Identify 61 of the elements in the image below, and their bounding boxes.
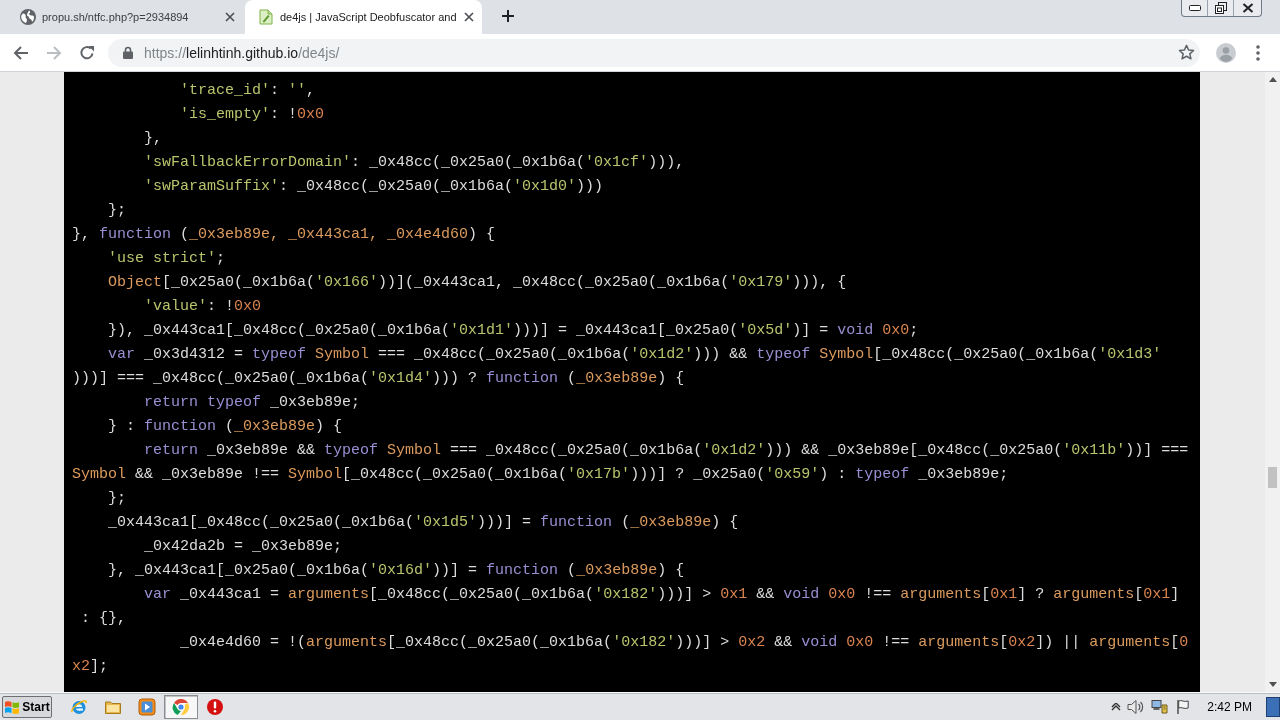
scrollbar-track[interactable] [1265,72,1280,692]
browser-tab[interactable]: de4js | JavaScript Deobfuscator and [245,0,482,34]
up-triangle-icon [1268,77,1277,82]
code-line: return typeof _0x3eb89e; [144,394,361,411]
back-arrow-icon [13,44,29,61]
close-icon [1241,3,1254,13]
code-line: }; [108,490,127,507]
code-line: 'swFallbackErrorDomain': _0x48cc(_0x25a0(_0x1b6a('0x1cf'))), [144,154,685,171]
taskbar-app-button[interactable] [164,694,198,719]
close-icon[interactable] [225,12,235,22]
code-line: )))] === _0x48cc(_0x25a0(_0x1b6a('0x1d4'))) ? function (_0x3eb89e) { [72,370,685,387]
address-bar[interactable]: https://lelinhtinh.github.io/de4js/ [108,38,1200,67]
code-line: var _0x3d4312 = typeof Symbol === _0x48cc(_0x25a0(_0x1b6a('0x1d2'))) && typeof Symbol[_0x48cc(_0x25a0(_0x1b6a('0x1d3' [108,346,1162,363]
close-icon[interactable] [464,12,474,22]
restore-icon [1214,2,1227,14]
flag-icon[interactable] [1175,698,1192,715]
code-line: }, _0x443ca1[_0x25a0(_0x1b6a('0x16d'))] = function (_0x3eb89e) { [108,562,685,579]
speaker-icon[interactable] [1127,698,1146,715]
document-icon [258,9,274,25]
code-line: }; [108,202,127,219]
star-icon [1177,44,1195,61]
url-text: https://lelinhtinh.github.io/de4js/ [144,44,341,61]
clock-text[interactable]: 2:42 PM [1207,699,1252,714]
code-line: _0x443ca1[_0x48cc(_0x25a0(_0x1b6a('0x1d5')))] = function (_0x3eb89e) { [108,514,739,531]
alert-icon [206,697,224,716]
down-triangle-icon [1268,682,1277,687]
browser-tab[interactable]: propu.sh/ntfc.php?p=2934894 [8,0,245,34]
minimize-icon [1188,5,1201,11]
code-line: var _0x443ca1 = arguments[_0x48cc(_0x25a0(_0x1b6a('0x182')))] > 0x1 && void 0x0 !== arguments[0x1] ? arguments[0x1] [144,586,1180,603]
chevron-up-icon[interactable] [1111,702,1122,711]
code-line: _0x4e4d60 = !(arguments[_0x48cc(_0x25a0(_0x1b6a('0x182')))] > 0x2 && void 0x0 !== arguments[0x2]) || arguments[0 [180,634,1189,651]
code-line: x2]; [72,658,109,675]
forward-arrow-icon [46,44,62,61]
code-line: }, function (_0x3eb89e, _0x443ca1, _0x4e4d60) { [72,226,496,243]
start-button[interactable]: Start [2,695,52,718]
code-line: } : function (_0x3eb89e) { [108,418,343,435]
lock-icon [123,46,133,59]
code-line: return _0x3eb89e && typeof Symbol === _0x48cc(_0x25a0(_0x1b6a('0x1d2'))) && _0x3eb89e[_0x48cc(_0x25a0('0x11b'))] === [144,442,1189,459]
plus-icon [502,9,514,22]
code-line: Symbol && _0x3eb89e !== Symbol[_0x48cc(_0x25a0(_0x1b6a('0x17b')))] ? _0x25a0('0x59') : typeof _0x3eb89e; [72,466,1009,483]
play-icon [138,697,156,716]
code-line: _0x42da2b = _0x3eb89e; [144,538,343,555]
browser-icon [70,697,88,716]
code-line: 'is_empty': !0x0 [180,106,325,123]
code-line: 'trace_id': '', [180,82,316,99]
show-desktop-button[interactable] [1266,696,1280,717]
menu-icon [1256,44,1260,61]
code-line: }), _0x443ca1[_0x48cc(_0x25a0(_0x1b6a('0x1d1')))] = _0x443ca1[_0x25a0('0x5d')] = void 0x0; [108,322,919,339]
code-line: 'swParamSuffix': _0x48cc(_0x25a0(_0x1b6a('0x1d0'))) [144,178,604,195]
code-line: : {}, [81,610,127,627]
code-line: 'use strict'; [108,250,226,267]
code-line: 'value': !0x0 [144,298,262,315]
globe-icon [20,9,36,25]
network-icon[interactable] [1151,698,1170,715]
scrollbar-thumb[interactable] [1268,467,1277,488]
reload-icon [79,44,95,61]
flag-logo-icon [4,698,21,715]
avatar-icon [1216,42,1236,63]
code-line: Object[_0x25a0(_0x1b6a('0x166'))](_0x443ca1, _0x48cc(_0x25a0(_0x1b6a('0x179'))), { [108,274,847,291]
circle-logo-icon [172,697,190,716]
code-line: }, [144,130,163,147]
